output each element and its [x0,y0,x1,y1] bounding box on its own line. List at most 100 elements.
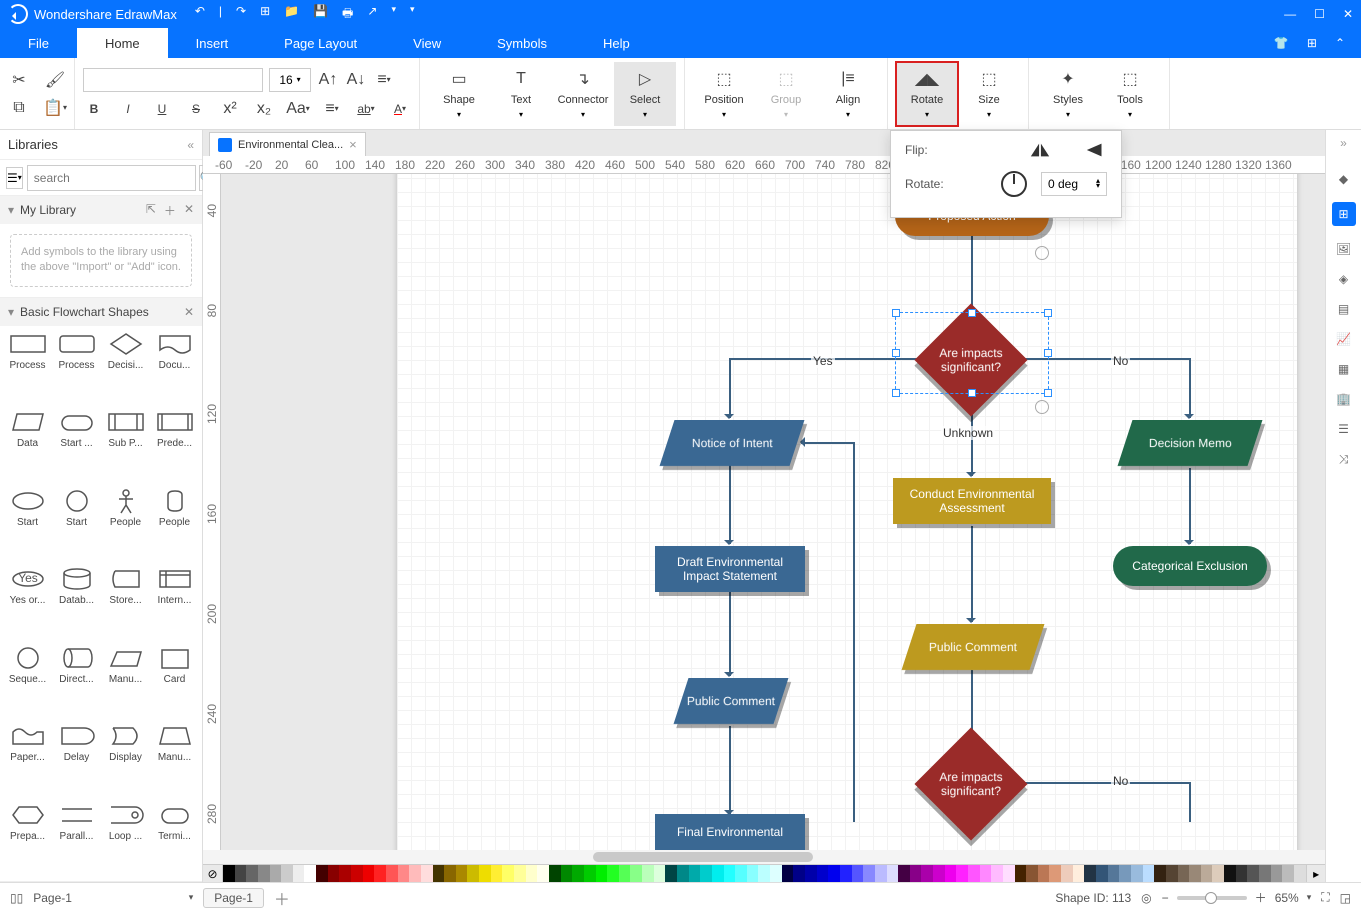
minimize-icon[interactable]: — [1284,7,1296,21]
color-swatch[interactable] [805,865,817,882]
color-swatch[interactable] [758,865,770,882]
color-swatch[interactable] [537,865,549,882]
size-button[interactable]: ⬚Size▾ [958,62,1020,126]
color-swatch[interactable] [1271,865,1283,882]
qa-drop[interactable]: ▾ [391,4,396,25]
color-swatch[interactable] [828,865,840,882]
color-swatch[interactable] [782,865,794,882]
underline-icon[interactable]: U [151,98,173,120]
color-swatch[interactable] [665,865,677,882]
shape-item[interactable]: Store... [102,565,149,641]
color-swatch[interactable] [456,865,468,882]
pages-icon[interactable]: ▯▯ [10,891,23,905]
color-swatch[interactable] [689,865,701,882]
fontsize-select[interactable]: 16▾ [269,68,311,92]
flip-h-icon[interactable] [1029,141,1051,159]
color-swatch[interactable] [1201,865,1213,882]
color-swatch[interactable] [933,865,945,882]
mylib-expand-icon[interactable]: ▾ [8,203,14,217]
bold-icon[interactable]: B [83,98,105,120]
color-swatch[interactable] [852,865,864,882]
color-swatch[interactable] [1073,865,1085,882]
position-button[interactable]: ⬚Position▾ [693,62,755,126]
color-swatch[interactable] [898,865,910,882]
color-swatch[interactable] [1224,865,1236,882]
tools-button[interactable]: ⬚Tools▾ [1099,62,1161,126]
tab-insert[interactable]: Insert [168,28,257,58]
undo-icon[interactable]: ↶ [195,4,205,25]
tab-pagelayout[interactable]: Page Layout [256,28,385,58]
color-swatch[interactable] [293,865,305,882]
tab-file[interactable]: File [0,28,77,58]
zoom-slider[interactable] [1177,896,1247,900]
shape-item[interactable]: Loop ... [102,801,149,877]
color-swatch[interactable] [945,865,957,882]
qa-more-icon[interactable]: ▾ [410,4,415,25]
linespace-icon[interactable]: ≡▾ [321,98,343,120]
color-swatch[interactable] [502,865,514,882]
node-conduct-assessment[interactable]: Conduct Environmental Assessment [893,478,1051,524]
color-swatch[interactable] [654,865,666,882]
node-notice-intent[interactable]: Notice of Intent [660,420,805,466]
target-icon[interactable]: ◎ [1141,891,1151,905]
color-swatch[interactable] [374,865,386,882]
close-icon[interactable]: ✕ [1343,7,1353,21]
color-swatch[interactable] [1212,865,1224,882]
fcs-close-icon[interactable]: ✕ [184,305,194,319]
color-swatch[interactable] [700,865,712,882]
shape-item[interactable]: Start [4,487,51,563]
zoom-in-icon[interactable]: ＋ [1255,889,1267,906]
color-swatch[interactable] [863,865,875,882]
node-draft-eis[interactable]: Draft Environmental Impact Statement [655,546,805,592]
print-icon[interactable]: 🖶 [342,4,353,25]
hscrollbar[interactable] [203,850,1325,864]
color-swatch[interactable] [316,865,328,882]
group-button[interactable]: ⬚Group▾ [755,62,817,126]
fullscreen-icon[interactable]: ◲ [1340,891,1351,905]
color-swatch[interactable] [1026,865,1038,882]
zoom-out-icon[interactable]: − [1162,891,1169,905]
paste-icon[interactable]: 📋▾ [44,97,66,119]
fontcolor-icon[interactable]: A▾ [389,98,411,120]
italic-icon[interactable]: I [117,98,139,120]
shape-button[interactable]: ▭Shape▾ [428,62,490,126]
copy-icon[interactable]: ⧉ [8,97,30,119]
color-swatch[interactable] [1259,865,1271,882]
color-swatch[interactable] [409,865,421,882]
fcs-expand-icon[interactable]: ▾ [8,305,14,319]
color-swatch[interactable] [875,865,887,882]
color-swatch[interactable] [304,865,316,882]
shuffle-icon[interactable]: ⤨ [1339,452,1349,467]
layers-icon[interactable]: ◈ [1339,272,1348,286]
fit-icon[interactable]: ⛶ [1321,890,1329,905]
page-icon[interactable]: ▤ [1338,302,1349,316]
color-swatch[interactable] [1178,865,1190,882]
color-swatch[interactable] [1282,865,1294,882]
color-swatch[interactable] [921,865,933,882]
shape-item[interactable]: Termi... [151,801,198,877]
super-icon[interactable]: x² [219,98,241,120]
ribbon-collapse-icon[interactable]: ⌃ [1335,36,1345,50]
doc-tab[interactable]: Environmental Clea... × [209,132,366,156]
shape-item[interactable]: Paper... [4,722,51,798]
building-icon[interactable]: 🏢 [1336,392,1351,406]
color-swatch[interactable] [630,865,642,882]
color-swatch[interactable] [1294,865,1306,882]
shape-item[interactable]: Decisi... [102,330,149,406]
color-swatch[interactable] [1003,865,1015,882]
color-swatch[interactable] [968,865,980,882]
chart-icon[interactable]: 📈 [1336,332,1351,346]
grow-font-icon[interactable]: A↑ [317,69,339,91]
shape-item[interactable]: YesYes or... [4,565,51,641]
text-button[interactable]: TText▾ [490,62,552,126]
shape-item[interactable]: Manu... [102,644,149,720]
rotate-handle-icon[interactable] [1035,246,1049,260]
color-swatch[interactable] [1096,865,1108,882]
shape-item[interactable]: People [151,487,198,563]
sub-icon[interactable]: x₂ [253,98,275,120]
shape-item[interactable]: Display [102,722,149,798]
shape-item[interactable]: Direct... [53,644,100,720]
shape-item[interactable]: Process [4,330,51,406]
export-icon[interactable]: ↗ [367,4,377,25]
color-swatch[interactable] [1143,865,1155,882]
